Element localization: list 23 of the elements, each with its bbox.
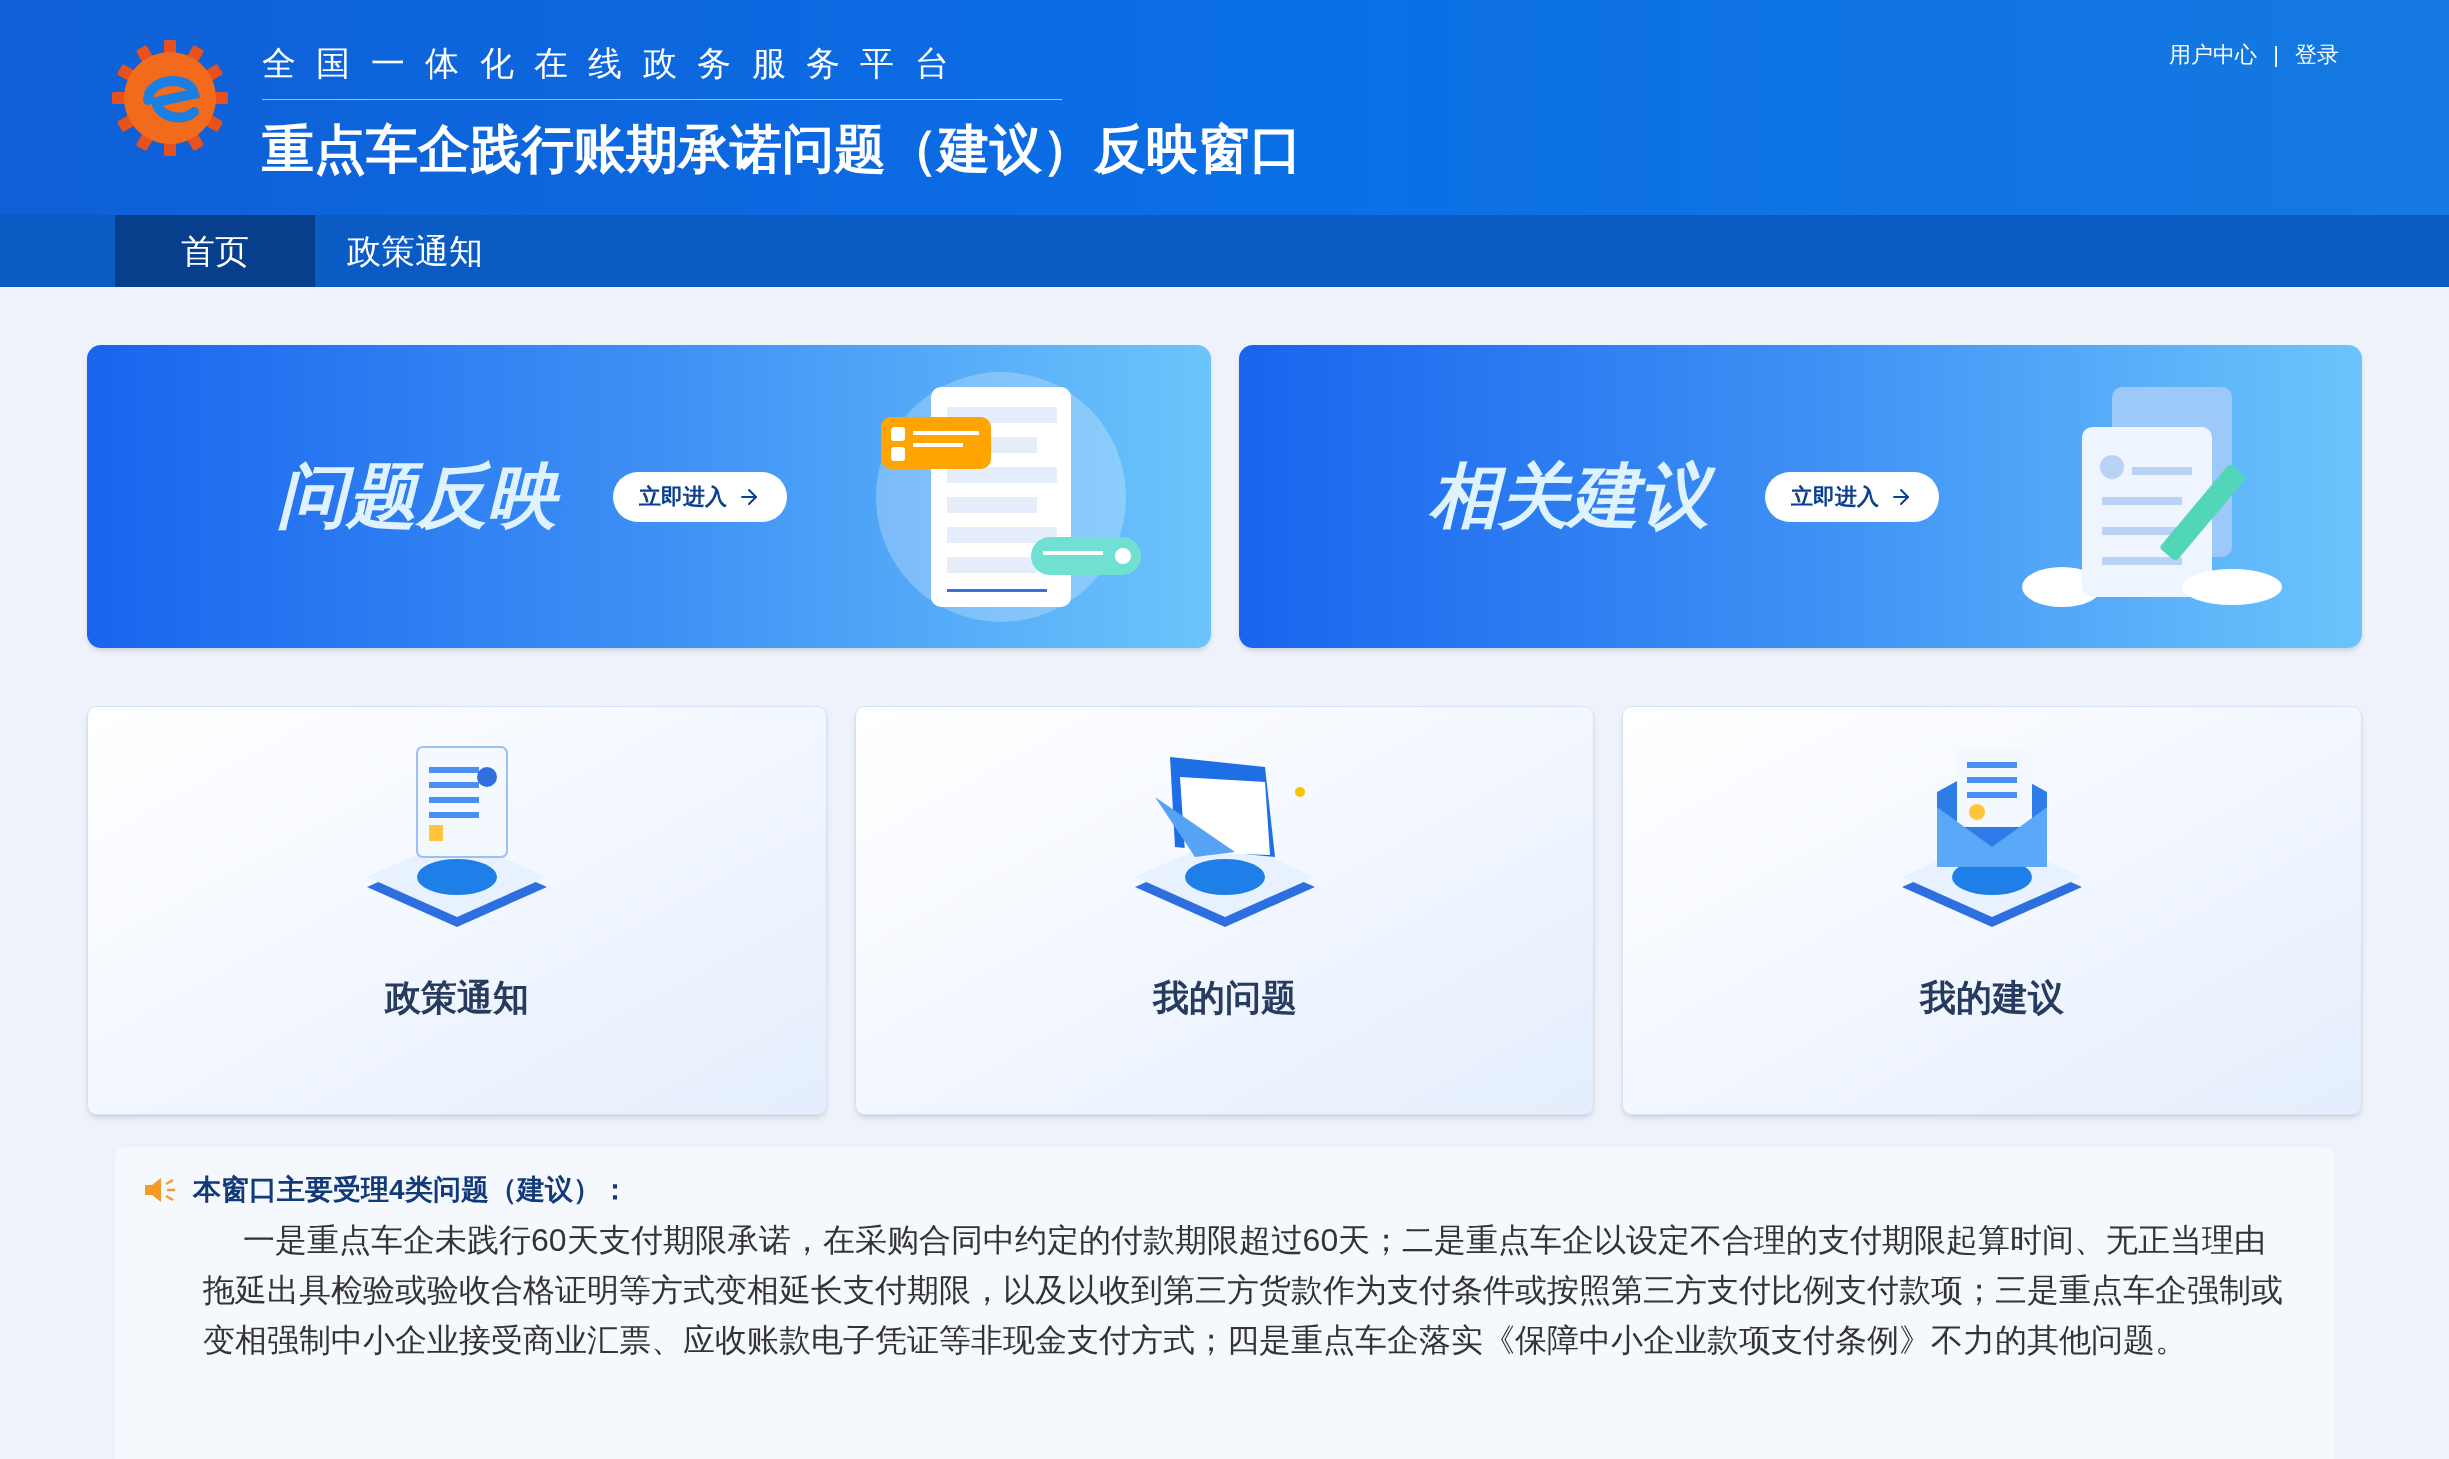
- gear-logo-icon: [110, 38, 230, 158]
- service-card[interactable]: 我的问题: [854, 706, 1595, 1115]
- login-link[interactable]: 登录: [2295, 38, 2339, 71]
- card-label: 政策通知: [384, 976, 529, 1020]
- page-title: 重点车企践行账期承诺问题（建议）反映窗口: [262, 119, 1302, 180]
- service-card[interactable]: 我的建议: [1622, 706, 2362, 1115]
- notice-text: 一是重点车企未践行60天支付期限承诺，在采购合同中约定的付款期限超过60天；二是重点车企以设定不合理的支付期限起算时间、无正当理由拖延出具检验或验收合格证明等方式变相延长支付期限，以及以收到第三方货款作为支付条件或按照第三方支付比例支付款项；三是重点车企强制或变相强制中小企业接受商业汇票、应收账款电子凭证等非现金支付方式；四是重点车企落实《保障中小企业款项支付条例》不力的其他问题。: [202, 1221, 2284, 1360]
- speaker-icon: [143, 1175, 177, 1205]
- link-separator: |: [2273, 41, 2279, 69]
- nav-tab[interactable]: 首页: [115, 215, 315, 287]
- banner-title: 问题反映: [277, 444, 573, 549]
- service-card[interactable]: 政策通知: [87, 706, 827, 1115]
- user-center-link[interactable]: 用户中心: [2169, 38, 2258, 71]
- enter-button[interactable]: 立即进入: [613, 471, 787, 522]
- notice-heading: 本窗口主要受理4类问题（建议）：: [193, 1173, 629, 1207]
- enter-button[interactable]: 立即进入: [1764, 471, 1939, 522]
- nav-tab[interactable]: 政策通知: [315, 215, 515, 287]
- card-label: 我的问题: [1152, 976, 1297, 1020]
- banner-title: 相关建议: [1428, 444, 1725, 549]
- banner-card[interactable]: 相关建议 立即进入: [1238, 345, 2362, 648]
- card-label: 我的建议: [1920, 976, 2065, 1020]
- platform-name: 全国一体化在线政务服务平台: [262, 38, 1062, 100]
- banner-card[interactable]: 问题反映 立即进入: [87, 345, 1211, 648]
